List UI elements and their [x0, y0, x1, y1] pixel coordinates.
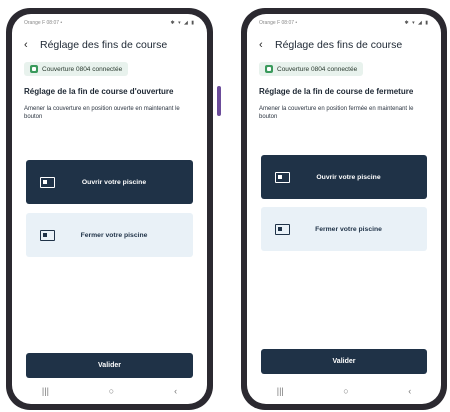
header: ‹ Réglage des fins de course — [247, 34, 441, 56]
page-title: Réglage des fins de course — [40, 39, 168, 51]
close-pool-button[interactable]: Fermer votre piscine — [261, 207, 427, 251]
home-icon[interactable]: ○ — [109, 386, 114, 396]
nav-back-icon[interactable]: ‹ — [408, 386, 411, 396]
back-arrow-icon[interactable]: ‹ — [24, 39, 40, 51]
close-pool-label: Fermer votre piscine — [80, 231, 148, 239]
close-pool-icon — [40, 229, 55, 241]
pool-cover-icon — [30, 65, 38, 73]
pool-cover-icon — [265, 65, 273, 73]
connection-badge: Couverture 0804 connectée — [24, 62, 129, 76]
section-heading: Réglage de la fin de course de fermeture — [259, 87, 414, 96]
open-pool-label: Ouvrir votre piscine — [81, 178, 147, 186]
page-title: Réglage des fins de course — [275, 39, 403, 51]
instructions-text: Amener la couverture en position fermée … — [259, 106, 414, 120]
open-pool-button[interactable]: Ouvrir votre piscine — [261, 155, 427, 199]
open-pool-icon — [40, 176, 55, 188]
phone-left: Orange F 08:07 • ✱ ▾ ◢ ▮ ‹ Réglage des f… — [6, 8, 221, 410]
close-pool-label: Fermer votre piscine — [315, 225, 382, 233]
close-pool-icon — [275, 223, 290, 235]
back-arrow-icon[interactable]: ‹ — [259, 39, 275, 51]
close-pool-button[interactable]: Fermer votre piscine — [26, 213, 193, 257]
home-icon[interactable]: ○ — [343, 386, 348, 396]
connection-badge: Couverture 0804 connectée — [259, 62, 364, 76]
nav-back-icon[interactable]: ‹ — [174, 386, 177, 396]
validate-button[interactable]: Valider — [261, 349, 427, 374]
system-nav-bar: ||| ○ ‹ — [12, 378, 207, 404]
open-pool-button[interactable]: Ouvrir votre piscine — [26, 160, 193, 204]
app-screen: Orange F 08:07 • ✱ ▾ ◢ ▮ ‹ Réglage des f… — [12, 14, 207, 404]
status-bar: Orange F 08:07 • ✱ ▾ ◢ ▮ — [12, 14, 207, 32]
status-carrier-time: Orange F 08:07 • — [24, 20, 63, 26]
connection-badge-label: Couverture 0804 connectée — [42, 65, 123, 73]
section-heading: Réglage de la fin de course d'ouverture — [24, 87, 174, 96]
open-pool-label: Ouvrir votre piscine — [316, 173, 381, 181]
phone-side-button — [217, 86, 221, 116]
validate-button[interactable]: Valider — [26, 353, 193, 378]
status-icons: ✱ ▾ ◢ ▮ — [170, 20, 195, 26]
recent-apps-icon[interactable]: ||| — [42, 386, 49, 396]
app-screen: Orange F 08:07 • ✱ ▾ ◢ ▮ ‹ Réglage des f… — [247, 14, 441, 404]
phone-right: Orange F 08:07 • ✱ ▾ ◢ ▮ ‹ Réglage des f… — [241, 8, 447, 410]
status-carrier-time: Orange F 08:07 • — [259, 20, 298, 26]
recent-apps-icon[interactable]: ||| — [277, 386, 284, 396]
status-bar: Orange F 08:07 • ✱ ▾ ◢ ▮ — [247, 14, 441, 32]
open-pool-icon — [275, 171, 290, 183]
header: ‹ Réglage des fins de course — [12, 34, 207, 56]
status-icons: ✱ ▾ ◢ ▮ — [404, 20, 429, 26]
connection-badge-label: Couverture 0804 connectée — [277, 65, 358, 73]
instructions-text: Amener la couverture en position ouverte… — [24, 106, 180, 120]
system-nav-bar: ||| ○ ‹ — [247, 378, 441, 404]
